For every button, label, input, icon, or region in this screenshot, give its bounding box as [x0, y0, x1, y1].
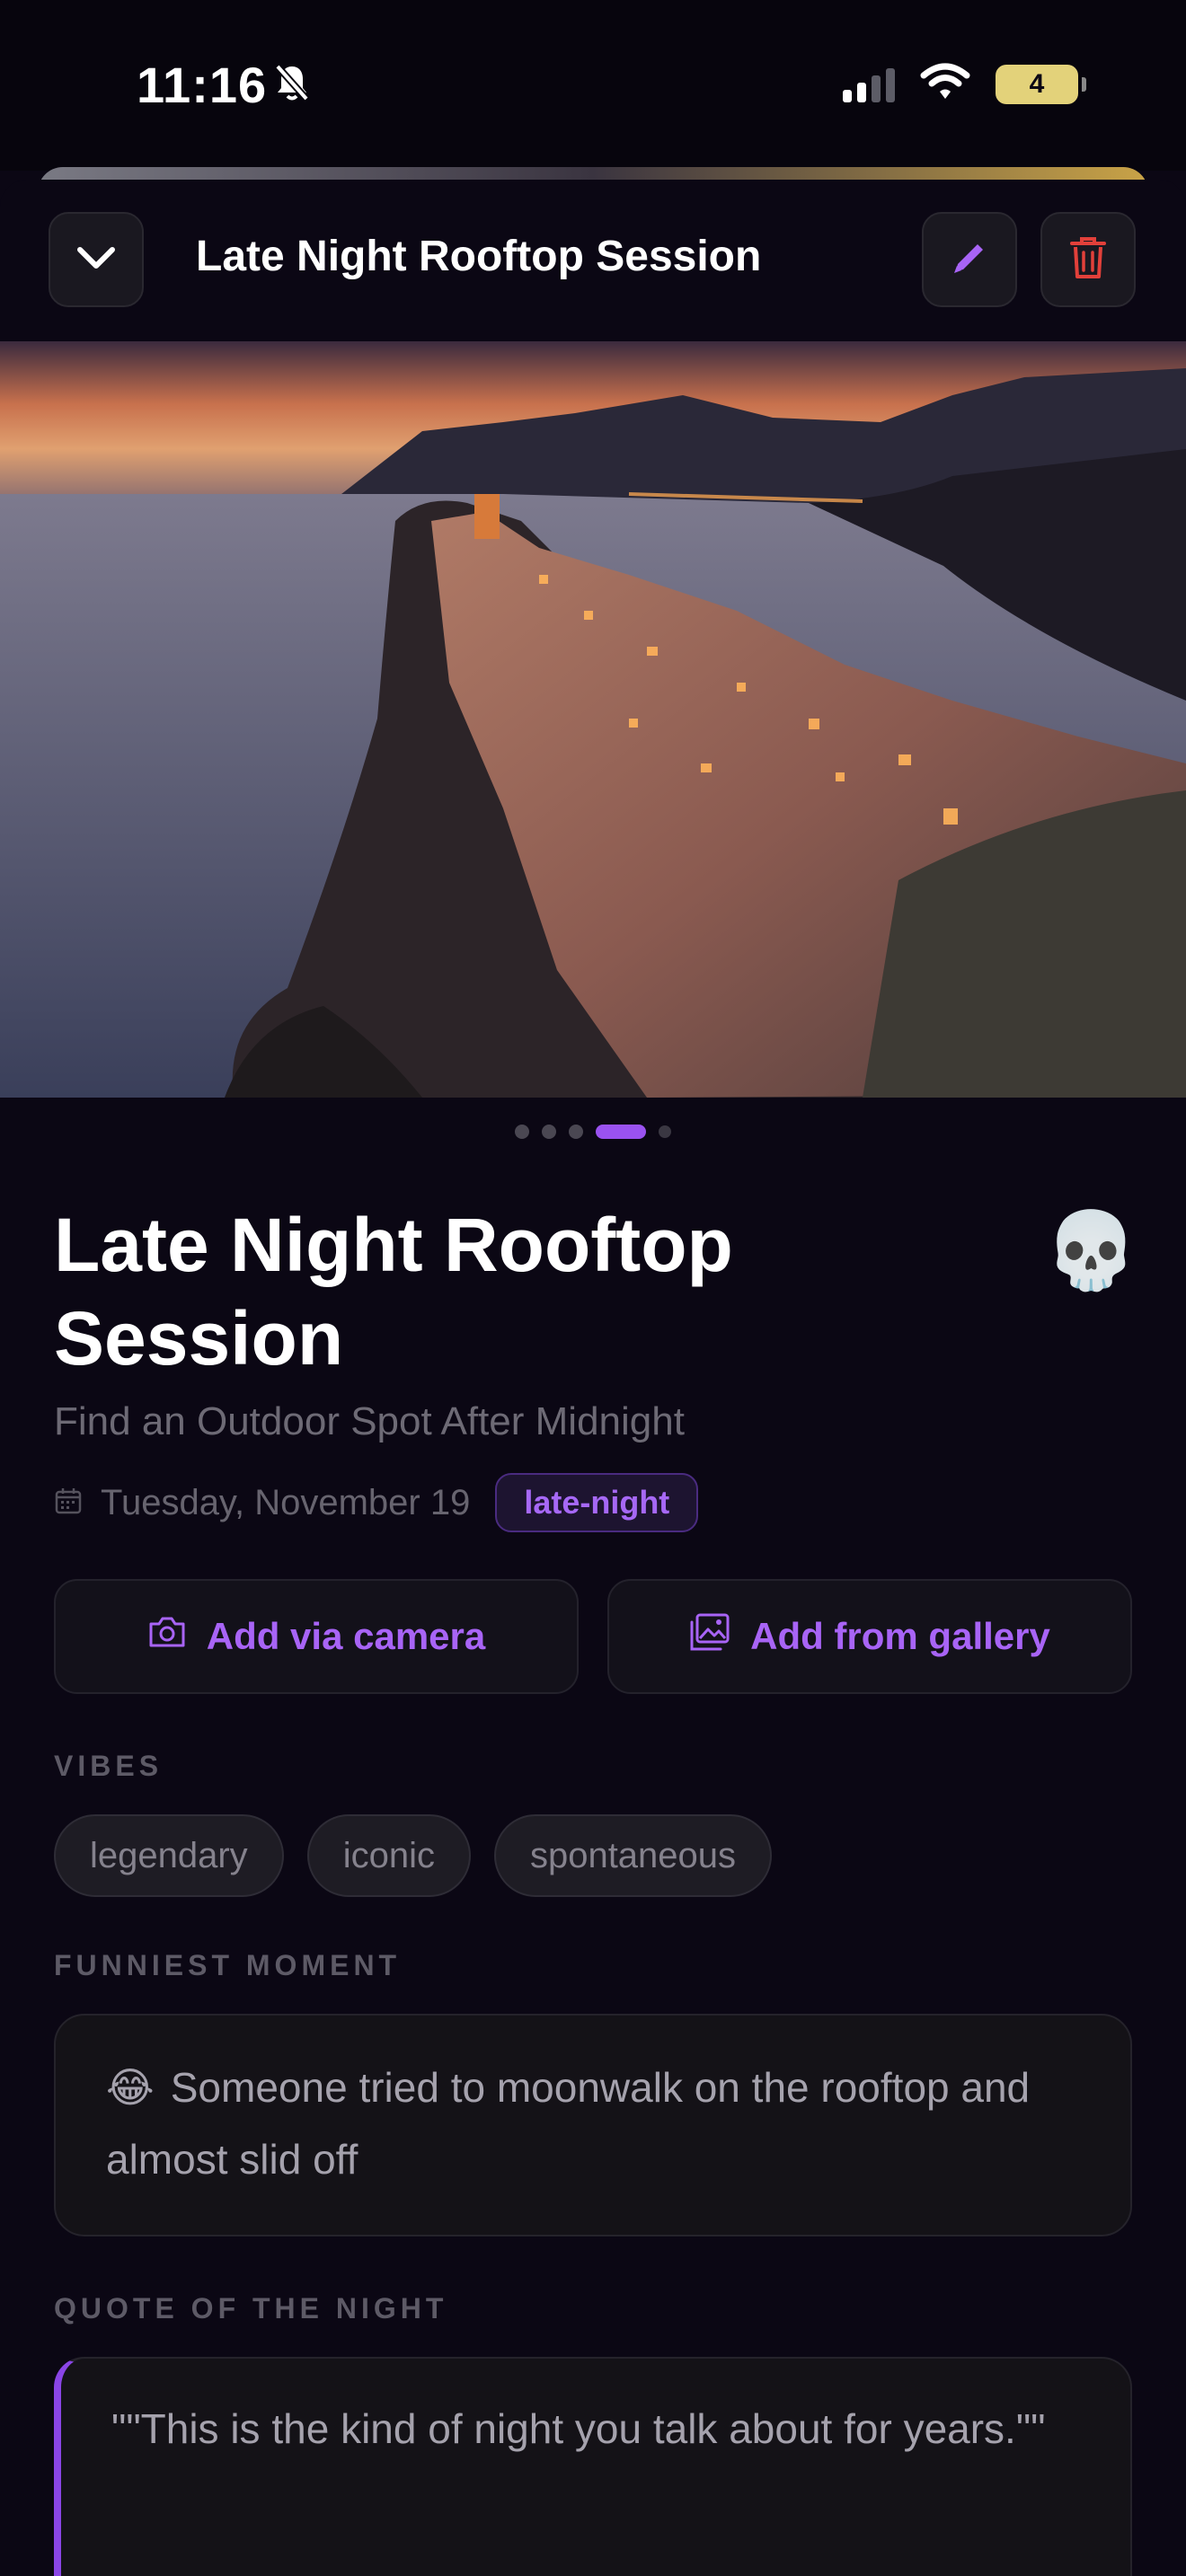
quote-card: ""This is the kind of night you talk abo… — [54, 2357, 1132, 2576]
quote-section-label: QUOTE OF THE NIGHT — [54, 2292, 448, 2325]
funniest-moment-section-label: FUNNIEST MOMENT — [54, 1949, 402, 1981]
vibe-chip[interactable]: iconic — [306, 1814, 471, 1897]
add-from-gallery-button[interactable]: Add from gallery — [607, 1579, 1132, 1694]
pencil-icon — [947, 235, 992, 285]
sheet-header: Late Night Rooftop Session — [0, 180, 1186, 341]
chevron-down-icon — [75, 244, 118, 276]
camera-icon — [147, 1615, 187, 1658]
event-photo[interactable] — [0, 341, 1186, 1098]
carousel-dot[interactable] — [569, 1125, 583, 1139]
vibes-chips: legendary iconic spontaneous — [54, 1814, 773, 1897]
header-title: Late Night Rooftop Session — [196, 233, 762, 280]
event-date: Tuesday, November 19 — [101, 1482, 471, 1522]
trash-icon — [1068, 234, 1108, 286]
event-title: Late Night Rooftop Session — [54, 1203, 733, 1381]
vibes-section-label: VIBES — [54, 1750, 164, 1782]
wifi-icon — [920, 63, 970, 105]
status-bar: 11:16 4 — [0, 0, 1186, 171]
battery-icon: 4 — [996, 64, 1086, 104]
quote-text: ""This is the kind of night you talk abo… — [111, 2405, 1046, 2452]
delete-button[interactable] — [1040, 212, 1136, 307]
add-via-camera-button[interactable]: Add via camera — [54, 1579, 579, 1694]
funniest-moment-text: Someone tried to moonwalk on the rooftop… — [106, 2064, 1031, 2183]
collapse-button[interactable] — [49, 212, 144, 307]
carousel-dot[interactable] — [659, 1125, 671, 1138]
edit-button[interactable] — [922, 212, 1017, 307]
cellular-signal-icon — [843, 66, 895, 102]
vibe-chip[interactable]: legendary — [54, 1814, 284, 1897]
add-from-gallery-label: Add from gallery — [750, 1615, 1050, 1657]
battery-level: 4 — [1029, 68, 1045, 99]
event-meta: Tuesday, November 19 late-night — [54, 1473, 699, 1532]
status-time: 11:16 — [137, 57, 268, 113]
event-emoji: 💀 — [1044, 1208, 1138, 1292]
silent-bell-icon — [274, 56, 310, 114]
status-icons: 4 — [843, 63, 1086, 105]
event-subtitle: Find an Outdoor Spot After Midnight — [54, 1399, 685, 1443]
carousel-dot[interactable] — [515, 1125, 529, 1139]
laughing-emoji-icon: 😂 — [106, 2064, 155, 2111]
event-tag[interactable]: late-night — [495, 1473, 699, 1532]
add-via-camera-label: Add via camera — [206, 1615, 486, 1657]
carousel-dot[interactable] — [542, 1125, 556, 1139]
carousel-indicator[interactable] — [0, 1125, 1186, 1139]
status-time-group: 11:16 — [137, 56, 310, 114]
vibe-chip[interactable]: spontaneous — [493, 1814, 773, 1897]
carousel-dot-active[interactable] — [596, 1125, 646, 1139]
calendar-icon — [54, 1486, 83, 1520]
funniest-moment-card: 😂 Someone tried to moonwalk on the roofto… — [54, 2014, 1132, 2236]
gallery-icon — [689, 1612, 730, 1661]
